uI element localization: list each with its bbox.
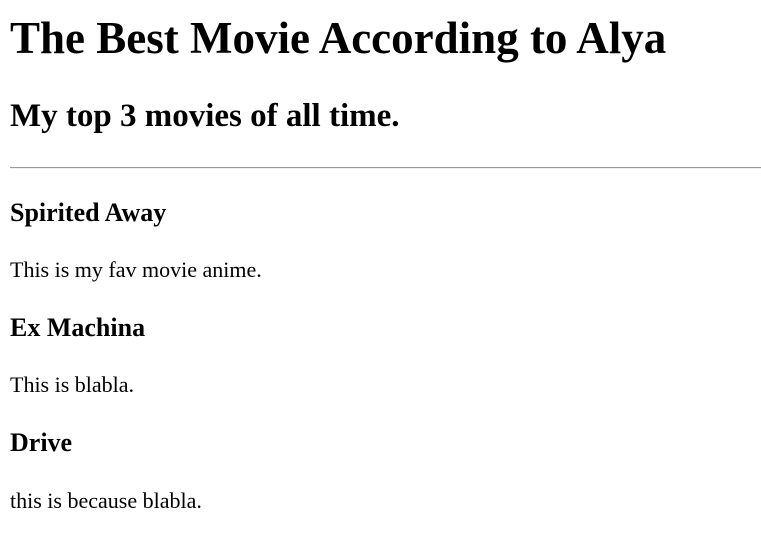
page-title: The Best Movie According to Alya xyxy=(10,13,667,63)
divider xyxy=(10,167,761,169)
movie-title-spirited-away: Spirited Away xyxy=(10,198,167,227)
movie-title-drive: Drive xyxy=(10,428,73,457)
movie-description-ex-machina: This is blabla. xyxy=(10,372,135,397)
movie-title-ex-machina: Ex Machina xyxy=(10,313,146,342)
page-subtitle: My top 3 movies of all time. xyxy=(10,98,400,134)
movie-description-spirited-away: This is my fav movie anime. xyxy=(10,257,262,282)
movie-description-drive: this is because blabla. xyxy=(10,488,202,513)
